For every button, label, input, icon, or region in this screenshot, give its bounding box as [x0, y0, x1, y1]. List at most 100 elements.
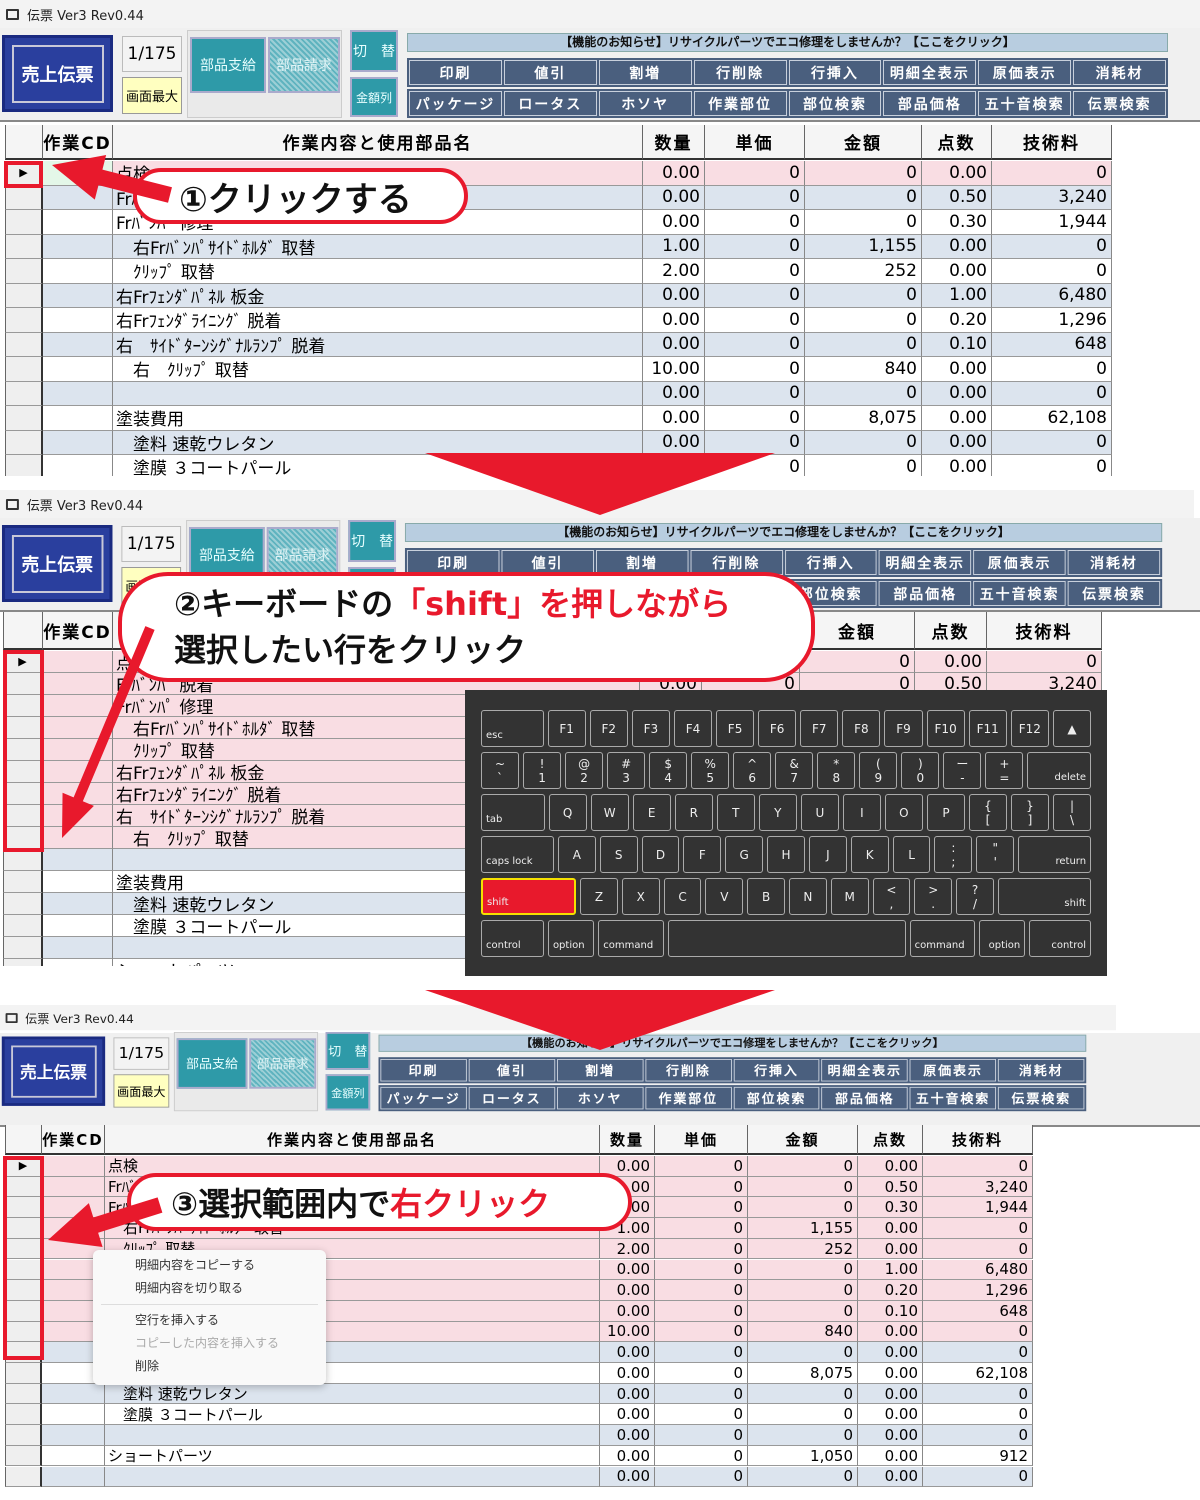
item-name-cell[interactable]: ｸﾘｯﾌﾟ 取替: [113, 259, 643, 284]
tech-fee-cell[interactable]: 1,296: [923, 1280, 1033, 1301]
work-code-cell[interactable]: [43, 283, 113, 308]
amount-cell[interactable]: 0: [805, 381, 922, 406]
column-header[interactable]: 点数: [922, 125, 992, 160]
points-cell[interactable]: 0.00: [858, 1156, 923, 1177]
amount-cell[interactable]: 0: [748, 1197, 858, 1219]
table-row[interactable]: 右 ｻｲﾄﾞﾀｰﾝｼｸﾞﾅﾙﾗﾝﾌﾟ 脱着0.00000.10648: [5, 332, 1112, 357]
toolbar-button[interactable]: 消耗材: [1073, 60, 1166, 85]
switch-button[interactable]: 切 替: [350, 30, 398, 72]
points-cell[interactable]: 0.50: [922, 185, 992, 210]
item-name-cell[interactable]: 塗膜 ３コートパール: [105, 1404, 600, 1426]
item-name-cell[interactable]: 右Frﾊﾞﾝﾊﾟｻｲﾄﾞﾎﾙﾀﾞ 取替: [113, 234, 643, 259]
amount-cell[interactable]: 0: [748, 1259, 858, 1281]
tech-fee-cell[interactable]: 62,108: [992, 406, 1112, 431]
work-code-cell[interactable]: [43, 430, 113, 455]
row-selector[interactable]: [5, 308, 43, 333]
points-cell[interactable]: 0.00: [858, 1363, 923, 1384]
tech-fee-cell[interactable]: 0: [992, 357, 1112, 382]
column-header[interactable]: 数量: [643, 125, 705, 160]
row-selector[interactable]: [5, 1445, 42, 1467]
qty-cell[interactable]: 0.00: [600, 1300, 655, 1322]
amount-cell[interactable]: 8,075: [805, 406, 922, 431]
toolbar-button[interactable]: 行挿入: [733, 1059, 820, 1082]
unit-price-cell[interactable]: 0: [655, 1425, 748, 1446]
amount-cell[interactable]: 0: [805, 430, 922, 455]
table-row[interactable]: 右Frﾌｪﾝﾀﾞﾊﾟﾈﾙ 板金0.00001.006,480: [5, 283, 1112, 308]
tech-fee-cell[interactable]: 0: [992, 161, 1112, 186]
toolbar-button[interactable]: 五十音検索: [978, 91, 1072, 116]
qty-cell[interactable]: 0.00: [600, 1363, 655, 1384]
column-header[interactable]: 技術料: [987, 612, 1102, 650]
unit-price-cell[interactable]: 0: [705, 357, 805, 382]
points-cell[interactable]: 0.30: [858, 1197, 923, 1219]
toolbar-button[interactable]: 部品価格: [883, 91, 977, 116]
column-header[interactable]: 金額: [748, 1125, 858, 1155]
tech-fee-cell[interactable]: 912: [923, 1445, 1033, 1467]
work-code-cell[interactable]: [43, 185, 113, 210]
work-code-cell[interactable]: [42, 1156, 105, 1177]
amount-cell[interactable]: 840: [748, 1321, 858, 1343]
work-code-cell[interactable]: [43, 805, 113, 827]
work-code-cell[interactable]: [43, 357, 113, 382]
work-code-cell[interactable]: [43, 651, 113, 673]
qty-cell[interactable]: 1.00: [643, 234, 705, 259]
notice-banner[interactable]: 【機能のお知らせ】リサイクルパーツでエコ修理をしませんか？【ここをクリック】: [404, 523, 1163, 542]
tech-fee-cell[interactable]: 0: [992, 234, 1112, 259]
unit-price-cell[interactable]: 0: [705, 406, 805, 431]
maximize-button[interactable]: 画面最大: [122, 77, 182, 114]
tech-fee-cell[interactable]: 0: [923, 1238, 1033, 1260]
amount-cell[interactable]: 0: [805, 210, 922, 235]
unit-price-cell[interactable]: 0: [655, 1445, 748, 1467]
points-cell[interactable]: 0.00: [858, 1445, 923, 1467]
column-header[interactable]: [5, 1125, 42, 1155]
tech-fee-cell[interactable]: 0: [992, 381, 1112, 406]
column-header[interactable]: 作業CD: [43, 125, 113, 160]
work-code-cell[interactable]: [43, 161, 113, 186]
unit-price-cell[interactable]: 0: [705, 381, 805, 406]
column-header[interactable]: 作業内容と使用部品名: [105, 1125, 600, 1155]
toolbar-button[interactable]: 作業部位: [645, 1086, 732, 1110]
points-cell[interactable]: 0.00: [922, 455, 992, 476]
work-code-cell[interactable]: [43, 871, 113, 893]
parts-claim-button[interactable]: 部品請求: [249, 1038, 317, 1089]
unit-price-cell[interactable]: 0: [705, 283, 805, 308]
tech-fee-cell[interactable]: 0: [923, 1383, 1033, 1405]
row-selector[interactable]: [3, 937, 43, 959]
item-name-cell[interactable]: 塗装費用: [113, 406, 643, 431]
toolbar-button[interactable]: 行削除: [693, 60, 787, 85]
toolbar-button[interactable]: 明細全表示: [878, 550, 972, 575]
row-selector[interactable]: [5, 1383, 42, 1405]
table-row[interactable]: 0.00000.000: [5, 381, 1112, 406]
row-selector[interactable]: [5, 283, 43, 308]
points-cell[interactable]: 0.00: [858, 1218, 923, 1239]
qty-cell[interactable]: 0.00: [600, 1425, 655, 1446]
qty-cell[interactable]: 0.00: [643, 283, 705, 308]
tech-fee-cell[interactable]: 0: [923, 1156, 1033, 1177]
maximize-button[interactable]: 画面最大: [113, 1074, 170, 1108]
toolbar-button[interactable]: 明細全表示: [883, 60, 977, 85]
column-header[interactable]: 技術料: [923, 1125, 1033, 1155]
tech-fee-cell[interactable]: 0: [923, 1425, 1033, 1446]
unit-price-cell[interactable]: 0: [655, 1363, 748, 1384]
row-selector[interactable]: [3, 959, 43, 966]
qty-cell[interactable]: 0.00: [643, 210, 705, 235]
qty-cell[interactable]: 0.00: [643, 308, 705, 333]
work-code-cell[interactable]: [43, 827, 113, 849]
notice-banner[interactable]: 【機能のお知らせ】リサイクルパーツでエコ修理をしませんか？【ここをクリック】: [378, 1034, 1087, 1052]
toolbar-button[interactable]: 伝票検索: [1073, 91, 1166, 116]
tech-fee-cell[interactable]: 3,240: [923, 1176, 1033, 1198]
column-header[interactable]: 単価: [705, 125, 805, 160]
unit-price-cell[interactable]: 0: [655, 1218, 748, 1239]
item-name-cell[interactable]: 塗料 速乾ウレタン: [105, 1383, 600, 1405]
tech-fee-cell[interactable]: 6,480: [923, 1259, 1033, 1281]
amount-cell[interactable]: 0: [805, 308, 922, 333]
qty-cell[interactable]: 0.00: [600, 1342, 655, 1363]
toolbar-button[interactable]: 割増: [598, 60, 692, 85]
toolbar-button[interactable]: 印刷: [380, 1059, 467, 1082]
row-selector[interactable]: [3, 871, 43, 893]
table-row[interactable]: 塗膜 ３コートパール0.00000.000: [5, 455, 1112, 476]
qty-cell[interactable]: 0.00: [643, 381, 705, 406]
item-name-cell[interactable]: [105, 1425, 600, 1446]
parts-claim-button[interactable]: 部品請求: [268, 37, 340, 93]
sales-slip-button[interactable]: 売上伝票: [1, 1036, 106, 1106]
